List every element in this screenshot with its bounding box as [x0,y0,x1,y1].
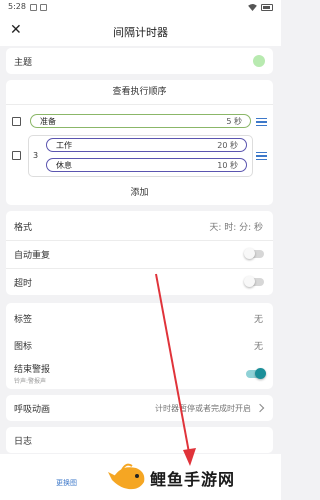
theme-card[interactable]: 主题 [6,48,273,74]
battery-icon [261,4,273,11]
breath-card[interactable]: 呼吸动画 计时器暂停或者完成时开启 [6,395,273,421]
log-card[interactable]: 日志 [6,427,273,453]
icon-row[interactable]: 图标 无 [6,332,273,358]
format-card: 格式 天: 时: 分: 秒 自动重复 超时 [6,211,273,295]
step-prepare[interactable]: 准备 5 秒 [30,114,251,128]
step-name: 准备 [40,117,56,126]
step-duration: 20 秒 [217,141,238,150]
fish-logo-icon [108,463,145,490]
change-icon-link[interactable]: 更换图 [56,478,77,488]
steps-card: 查看执行顺序 准备 5 秒 3 工作 20 秒 休息 10 秒 添加 [6,80,273,205]
app-bar: ✕ 间隔计时器 [0,16,281,46]
page-title: 间隔计时器 [113,26,168,39]
end-alert-row[interactable]: 结束警报 铃声:警报声 [6,359,273,389]
notification-icons [30,4,47,11]
status-right-icons [248,4,273,11]
step-name: 休息 [56,161,72,170]
overtime-toggle[interactable] [244,276,264,287]
step-rest[interactable]: 休息 10 秒 [46,158,247,172]
end-alert-toggle[interactable] [246,368,266,379]
theme-color-swatch[interactable] [253,55,265,67]
tag-row[interactable]: 标签 无 [6,305,273,331]
format-row[interactable]: 格式 天: 时: 分: 秒 [6,213,273,239]
auto-repeat-row[interactable]: 自动重复 [6,241,273,267]
overtime-row[interactable]: 超时 [6,269,273,295]
annotation-arrow [155,273,196,466]
wifi-icon [248,4,257,11]
drag-handle-icon[interactable] [256,118,267,127]
auto-repeat-toggle[interactable] [244,248,264,259]
step-work[interactable]: 工作 20 秒 [46,138,247,152]
theme-label: 主题 [14,57,33,68]
step-duration: 10 秒 [217,161,238,170]
status-bar: 5:28 [0,0,281,16]
step-checkbox-prepare[interactable] [12,117,21,126]
group-checkbox[interactable] [12,151,21,160]
status-time: 5:28 [8,2,26,11]
step-duration: 5 秒 [226,117,242,126]
repeat-count: 3 [33,151,39,160]
view-order-button[interactable]: 查看执行顺序 [6,80,273,104]
drag-handle-icon[interactable] [256,152,267,161]
tags-card: 标签 无 图标 无 结束警报 铃声:警报声 [6,303,273,389]
step-name: 工作 [56,141,72,150]
add-step-button[interactable]: 添加 [6,181,273,205]
